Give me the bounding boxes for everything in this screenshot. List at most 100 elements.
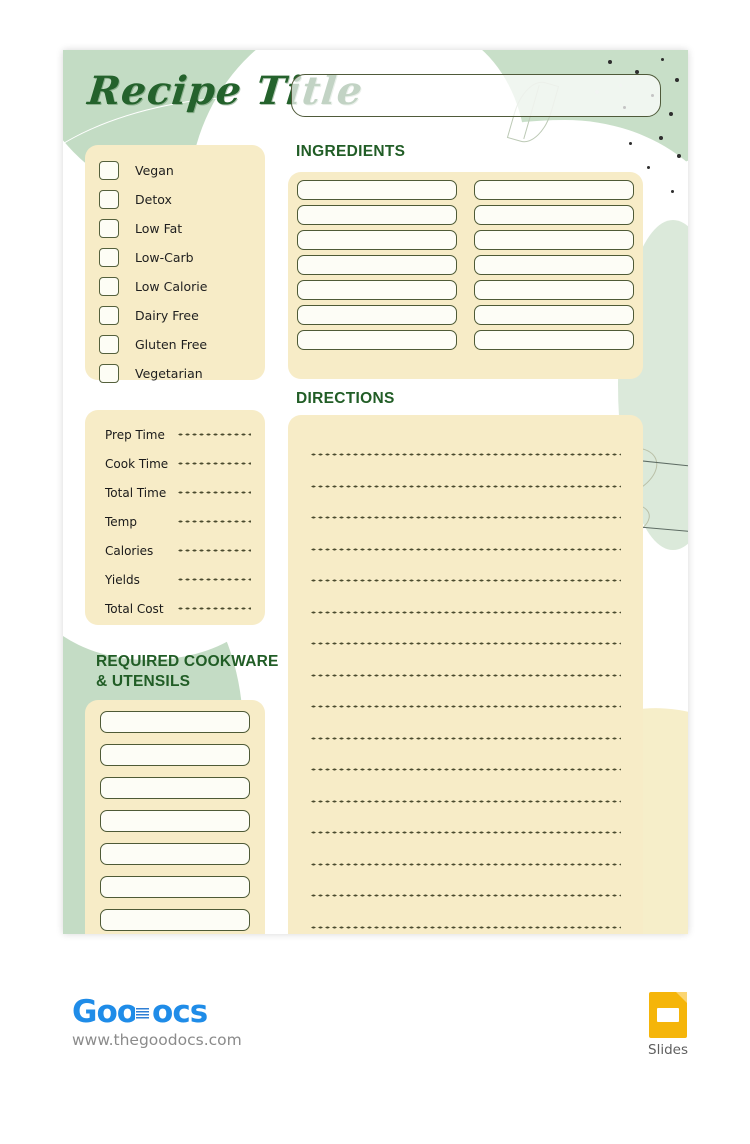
diet-checklist-panel: Vegan Detox Low Fat Low-Carb Low Calorie Dair… [85, 145, 265, 383]
diet-checkbox[interactable] [99, 335, 119, 354]
directions-line[interactable] [310, 642, 621, 645]
speckle-dot [647, 166, 650, 169]
cookware-field[interactable] [100, 711, 250, 733]
logo-text-part1: Goo [72, 994, 138, 1030]
diet-checkbox[interactable] [99, 219, 119, 238]
page-header: Recipe Title [63, 50, 688, 155]
ingredient-row [288, 230, 643, 255]
ingredient-field-right[interactable] [474, 180, 634, 200]
recipe-info-row[interactable]: Temp [105, 507, 265, 536]
goodocs-logo-text: Goo ocs [72, 994, 242, 1030]
ingredients-panel [288, 172, 643, 379]
ingredient-field-left[interactable] [297, 255, 457, 275]
directions-line[interactable] [310, 925, 621, 929]
recipe-info-label: Total Cost [105, 601, 164, 616]
directions-line[interactable] [310, 516, 621, 519]
ingredient-field-right[interactable] [474, 205, 634, 225]
ingredient-row [288, 280, 643, 305]
diet-checkbox[interactable] [99, 190, 119, 209]
slides-format-label: Slides [648, 1042, 688, 1058]
recipe-info-value-line[interactable] [177, 549, 251, 552]
ingredient-row [288, 305, 643, 330]
directions-line[interactable] [310, 547, 621, 551]
recipe-info-value-line[interactable] [177, 520, 251, 523]
diet-checkbox[interactable] [99, 248, 119, 267]
diet-checkbox-row[interactable]: Vegetarian [99, 359, 265, 388]
diet-checkbox-row[interactable]: Low Calorie [99, 272, 265, 301]
ingredient-field-left[interactable] [297, 180, 457, 200]
ingredient-row [288, 255, 643, 280]
ingredient-row [288, 205, 643, 230]
ingredient-field-right[interactable] [474, 230, 634, 250]
recipe-info-row[interactable]: Total Cost [105, 594, 265, 623]
document-icon [135, 1003, 154, 1024]
recipe-info-row[interactable]: Prep Time [105, 420, 265, 449]
goodocs-url[interactable]: www.thegoodocs.com [72, 1031, 242, 1049]
diet-checkbox-row[interactable]: Low-Carb [99, 243, 265, 272]
recipe-info-value-line[interactable] [177, 578, 251, 581]
cookware-field[interactable] [100, 909, 250, 931]
cookware-panel [85, 700, 265, 934]
recipe-info-label: Prep Time [105, 427, 165, 442]
ingredient-field-left[interactable] [297, 280, 457, 300]
diet-checkbox-row[interactable]: Dairy Free [99, 301, 265, 330]
diet-checkbox[interactable] [99, 364, 119, 383]
diet-label: Low Calorie [135, 279, 208, 294]
cookware-field[interactable] [100, 843, 250, 865]
google-slides-icon [649, 992, 687, 1038]
directions-line[interactable] [310, 831, 621, 834]
cookware-heading: REQUIRED COOKWARE & UTENSILS [96, 653, 279, 691]
directions-line[interactable] [310, 673, 621, 677]
diet-label: Detox [135, 192, 172, 207]
recipe-info-value-line[interactable] [177, 433, 251, 436]
ingredient-field-left[interactable] [297, 230, 457, 250]
ingredient-field-right[interactable] [474, 330, 634, 350]
diet-checkbox-row[interactable]: Vegan [99, 156, 265, 185]
directions-line[interactable] [310, 862, 621, 866]
recipe-title-input[interactable] [291, 74, 661, 117]
diet-checkbox-row[interactable]: Detox [99, 185, 265, 214]
cookware-field[interactable] [100, 744, 250, 766]
ingredient-field-right[interactable] [474, 305, 634, 325]
directions-line[interactable] [310, 894, 621, 897]
recipe-info-value-line[interactable] [177, 462, 251, 465]
recipe-info-row[interactable]: Calories [105, 536, 265, 565]
speckle-dot [671, 190, 674, 193]
directions-line[interactable] [310, 736, 621, 740]
diet-label: Low-Carb [135, 250, 194, 265]
recipe-info-panel: Prep Time Cook Time Total Time Temp Calories… [85, 410, 265, 625]
ingredients-heading: INGREDIENTS [296, 143, 406, 160]
recipe-info-value-line[interactable] [177, 607, 251, 610]
directions-line[interactable] [310, 799, 621, 803]
ingredient-field-left[interactable] [297, 330, 457, 350]
diet-checkbox[interactable] [99, 277, 119, 296]
directions-line[interactable] [310, 705, 621, 708]
directions-panel[interactable] [288, 415, 643, 934]
directions-line[interactable] [310, 579, 621, 582]
goodocs-logo[interactable]: Goo ocs www.thegoodocs.com [72, 994, 242, 1049]
ingredient-row [288, 330, 643, 355]
recipe-info-label: Calories [105, 543, 154, 558]
ingredient-field-right[interactable] [474, 255, 634, 275]
cookware-field[interactable] [100, 777, 250, 799]
cookware-field[interactable] [100, 876, 250, 898]
ingredient-field-left[interactable] [297, 205, 457, 225]
recipe-info-row[interactable]: Yields [105, 565, 265, 594]
diet-checkbox[interactable] [99, 306, 119, 325]
directions-line[interactable] [310, 484, 621, 488]
cookware-field[interactable] [100, 810, 250, 832]
directions-line[interactable] [310, 768, 621, 771]
logo-text-part2: ocs [152, 994, 208, 1030]
recipe-info-row[interactable]: Total Time [105, 478, 265, 507]
slides-format-badge[interactable]: Slides [640, 992, 696, 1058]
diet-checkbox-row[interactable]: Gluten Free [99, 330, 265, 359]
directions-line[interactable] [310, 610, 621, 614]
diet-checkbox[interactable] [99, 161, 119, 180]
diet-checkbox-row[interactable]: Low Fat [99, 214, 265, 243]
recipe-info-row[interactable]: Cook Time [105, 449, 265, 478]
recipe-info-value-line[interactable] [177, 491, 251, 494]
ingredient-field-right[interactable] [474, 280, 634, 300]
directions-line[interactable] [310, 453, 621, 456]
diet-label: Vegan [135, 163, 174, 178]
ingredient-field-left[interactable] [297, 305, 457, 325]
